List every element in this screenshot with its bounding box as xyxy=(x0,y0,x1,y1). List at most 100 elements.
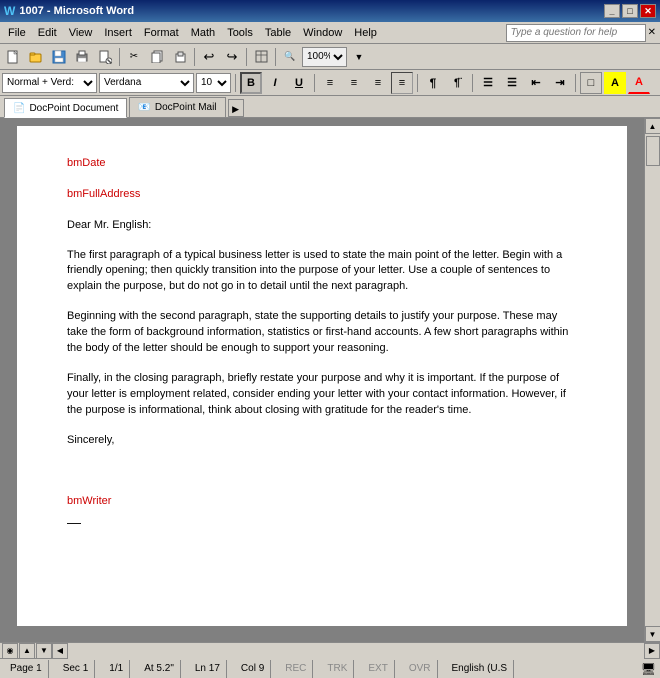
dash-line: — xyxy=(67,513,577,533)
menu-format[interactable]: Format xyxy=(138,23,185,43)
close-button[interactable]: ✕ xyxy=(640,4,656,18)
bookmark-date: bmDate xyxy=(67,156,577,171)
status-trk: TRK xyxy=(321,660,354,678)
status-ln: Ln 17 xyxy=(189,660,227,678)
font-color-button[interactable]: A xyxy=(628,72,650,94)
nav-prev-button[interactable]: ▲ xyxy=(19,643,35,659)
paste-button[interactable] xyxy=(169,46,191,68)
title-bar: W 1007 - Microsoft Word _ □ ✕ xyxy=(0,0,660,22)
menu-view[interactable]: View xyxy=(63,23,99,43)
save-button[interactable] xyxy=(48,46,70,68)
doc-tabs: 📄 DocPoint Document 📧 DocPoint Mail ▶ xyxy=(0,96,660,118)
table-button[interactable] xyxy=(250,46,272,68)
menu-tools[interactable]: Tools xyxy=(221,23,259,43)
maximize-button[interactable]: □ xyxy=(622,4,638,18)
font-select[interactable]: Verdana xyxy=(99,73,194,93)
toolbar-separator-3 xyxy=(246,48,247,66)
status-at: At 5.2" xyxy=(138,660,181,678)
nav-select-button[interactable]: ◉ xyxy=(2,643,18,659)
numbering-button[interactable]: ☰ xyxy=(501,72,523,94)
highlight-button[interactable]: A xyxy=(604,72,626,94)
open-icon xyxy=(29,50,43,64)
tab-docpoint-mail[interactable]: 📧 DocPoint Mail xyxy=(129,97,225,117)
hscroll-left-button[interactable]: ◀ xyxy=(52,643,68,659)
zoom-select[interactable]: 100% xyxy=(302,47,347,67)
title-bar-controls: _ □ ✕ xyxy=(604,4,656,18)
align-left-button[interactable]: ≡ xyxy=(319,72,341,94)
tab-scroll-right[interactable]: ▶ xyxy=(228,99,244,117)
bookmark-writer: bmWriter xyxy=(67,494,577,509)
doc-tab-icon: 📄 xyxy=(13,103,25,114)
decrease-indent-button[interactable]: ⇤ xyxy=(525,72,547,94)
format-separator-4 xyxy=(472,74,473,92)
menu-edit[interactable]: Edit xyxy=(32,23,63,43)
minimize-button[interactable]: _ xyxy=(604,4,620,18)
hscroll-right-button[interactable]: ▶ xyxy=(644,643,660,659)
toolbar-dropdown[interactable]: ▼ xyxy=(348,46,370,68)
menu-insert[interactable]: Insert xyxy=(98,23,138,43)
preview-button[interactable] xyxy=(94,46,116,68)
search-close-icon[interactable]: ✕ xyxy=(646,27,658,38)
table-icon xyxy=(255,50,268,63)
show-formatting-button[interactable]: ¶̈ xyxy=(446,72,468,94)
format-toolbar: Normal + Verd: Verdana 10 B I U ≡ ≡ ≡ ≡ … xyxy=(0,70,660,96)
nav-next-button[interactable]: ▼ xyxy=(36,643,52,659)
align-center-button[interactable]: ≡ xyxy=(343,72,365,94)
scroll-thumb[interactable] xyxy=(646,136,660,166)
format-separator-2 xyxy=(314,74,315,92)
menu-help[interactable]: Help xyxy=(348,23,383,43)
print-button[interactable] xyxy=(71,46,93,68)
increase-indent-button[interactable]: ⇥ xyxy=(549,72,571,94)
status-sec: Sec 1 xyxy=(57,660,96,678)
toolbar-separator-2 xyxy=(194,48,195,66)
cut-button[interactable]: ✂ xyxy=(123,46,145,68)
status-page: Page 1 xyxy=(4,660,49,678)
closing: Sincerely, xyxy=(67,433,577,449)
border-button[interactable]: □ xyxy=(580,72,602,94)
tab-docpoint-document[interactable]: 📄 DocPoint Document xyxy=(4,98,127,118)
menu-math[interactable]: Math xyxy=(185,23,221,43)
copy-button[interactable] xyxy=(146,46,168,68)
paragraph-1: The first paragraph of a typical busines… xyxy=(67,248,577,296)
paste-icon xyxy=(174,50,187,63)
menu-bar: File Edit View Insert Format Math Tools … xyxy=(0,22,660,44)
search-input[interactable] xyxy=(506,24,646,42)
status-bar: Page 1 Sec 1 1/1 At 5.2" Ln 17 Col 9 REC… xyxy=(0,658,660,678)
undo-button[interactable]: ↩ xyxy=(198,46,220,68)
zoom-out-button[interactable]: 🔍 xyxy=(279,46,301,68)
document-scroll-area[interactable]: bmDate bmFullAddress Dear Mr. English: T… xyxy=(0,118,644,642)
toolbar-separator-1 xyxy=(119,48,120,66)
align-right-button[interactable]: ≡ xyxy=(367,72,389,94)
title-bar-left: W 1007 - Microsoft Word xyxy=(4,4,134,18)
status-col: Col 9 xyxy=(235,660,271,678)
paragraph-mark-button[interactable]: ¶ xyxy=(422,72,444,94)
underline-button[interactable]: U xyxy=(288,72,310,94)
style-select[interactable]: Normal + Verd: xyxy=(2,73,97,93)
status-lang: English (U.S xyxy=(446,660,515,678)
doc-area: bmDate bmFullAddress Dear Mr. English: T… xyxy=(0,118,660,642)
print-icon xyxy=(75,50,89,64)
italic-button[interactable]: I xyxy=(264,72,286,94)
scroll-down-button[interactable]: ▼ xyxy=(645,626,660,642)
menu-search: ✕ xyxy=(506,24,658,42)
horizontal-scrollbar: ◉ ▲ ▼ ◀ ▶ xyxy=(0,642,660,658)
redo-button[interactable]: ↪ xyxy=(221,46,243,68)
status-icon: 🖥 xyxy=(641,662,656,676)
menu-table[interactable]: Table xyxy=(259,23,297,43)
new-doc-icon xyxy=(6,50,20,64)
menu-window[interactable]: Window xyxy=(297,23,348,43)
new-button[interactable] xyxy=(2,46,24,68)
bullets-button[interactable]: ☰ xyxy=(477,72,499,94)
format-separator-1 xyxy=(235,74,236,92)
preview-icon xyxy=(98,50,112,64)
status-ovr: OVR xyxy=(403,660,438,678)
justify-button[interactable]: ≡ xyxy=(391,72,413,94)
bold-button[interactable]: B xyxy=(240,72,262,94)
status-rec: REC xyxy=(279,660,313,678)
scroll-up-button[interactable]: ▲ xyxy=(645,118,660,134)
menu-file[interactable]: File xyxy=(2,23,32,43)
size-select[interactable]: 10 xyxy=(196,73,231,93)
save-icon xyxy=(52,50,66,64)
open-button[interactable] xyxy=(25,46,47,68)
copy-icon xyxy=(151,50,164,63)
